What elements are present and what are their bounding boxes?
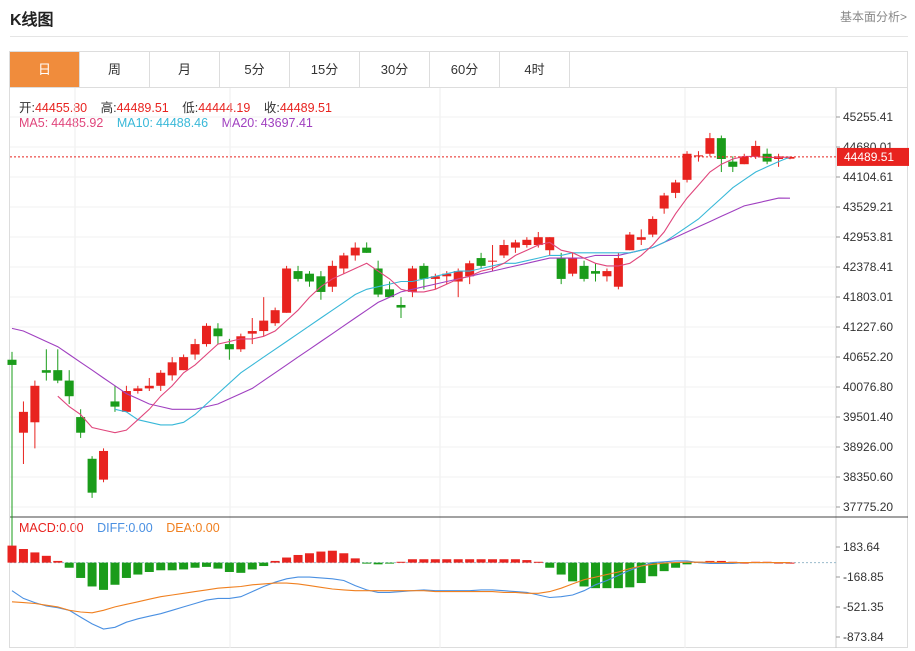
high-value: 44489.51 [116,101,169,115]
fundamental-analysis-link[interactable]: 基本面分析> [840,8,907,25]
close-value: 44489.51 [279,101,332,115]
low-label: 低: [182,101,199,115]
low-value: 44444.19 [198,101,251,115]
ohlc-info: 开:44455.80 高:44489.51 低:44444.19 收:44489… [19,97,336,116]
close-label: 收: [263,101,280,115]
chart-frame [9,88,908,648]
diff-label: DIFF: [97,521,129,535]
tab-3[interactable]: 5分 [220,52,290,87]
dea-label: DEA: [166,521,196,535]
tab-4[interactable]: 15分 [290,52,360,87]
ma5-label: MA5: [19,116,49,130]
tab-2[interactable]: 月 [150,52,220,87]
ma10-value: 44488.46 [155,116,209,130]
tab-1[interactable]: 周 [80,52,150,87]
open-value: 44455.80 [34,101,88,115]
tab-5[interactable]: 30分 [360,52,430,87]
high-label: 高: [100,101,117,115]
tab-7[interactable]: 4时 [500,52,570,87]
macd-label: MACD: [19,521,60,535]
macd-value: 0.00 [59,521,84,535]
page-title: K线图 [10,12,54,29]
tab-0[interactable]: 日 [10,52,80,87]
ma20-label: MA20: [221,116,258,130]
dea-value: 0.00 [195,521,220,535]
macd-info: MACD:0.00 DIFF:0.00 DEA:0.00 [19,521,224,535]
ma5-value: 44485.92 [51,116,104,130]
header-divider [10,36,908,37]
open-label: 开: [19,101,35,115]
ma20-value: 43697.41 [260,116,313,130]
period-tabs: 日周月 5分 15分 30分 60分 4时 [9,51,908,88]
tab-6[interactable]: 60分 [430,52,500,87]
ma-info: MA5: 44485.92 MA10: 44488.46 MA20: 43697.41 [19,116,317,130]
ma10-label: MA10: [116,116,153,130]
diff-value: 0.00 [128,521,153,535]
